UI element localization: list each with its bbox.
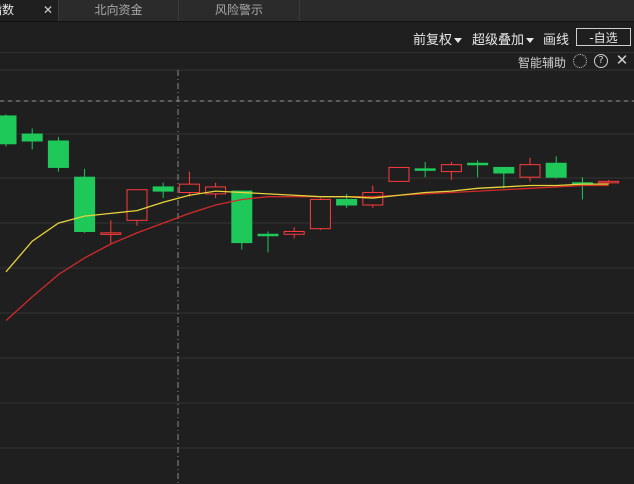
candle-body — [283, 230, 305, 235]
candle-body — [100, 232, 122, 235]
candle-body — [362, 191, 384, 206]
candle-body — [414, 168, 436, 171]
candle-body — [467, 162, 489, 166]
candle-body — [388, 166, 410, 182]
candle-body — [0, 115, 17, 145]
candle-body — [440, 164, 462, 173]
candle-body — [545, 162, 567, 178]
candle-body — [493, 166, 515, 174]
candle-body — [336, 198, 358, 206]
candlestick-chart[interactable] — [0, 0, 634, 484]
candle-body — [152, 186, 174, 192]
candle-body — [47, 140, 69, 168]
candle-body — [178, 183, 200, 193]
candle-body — [598, 180, 620, 184]
candle-body — [309, 198, 331, 230]
candle-body — [74, 176, 96, 232]
candle-body — [21, 133, 43, 142]
candle-body — [257, 233, 279, 237]
candle-body — [519, 164, 541, 178]
candle-body — [126, 189, 148, 221]
ma-long-line — [5, 184, 609, 322]
